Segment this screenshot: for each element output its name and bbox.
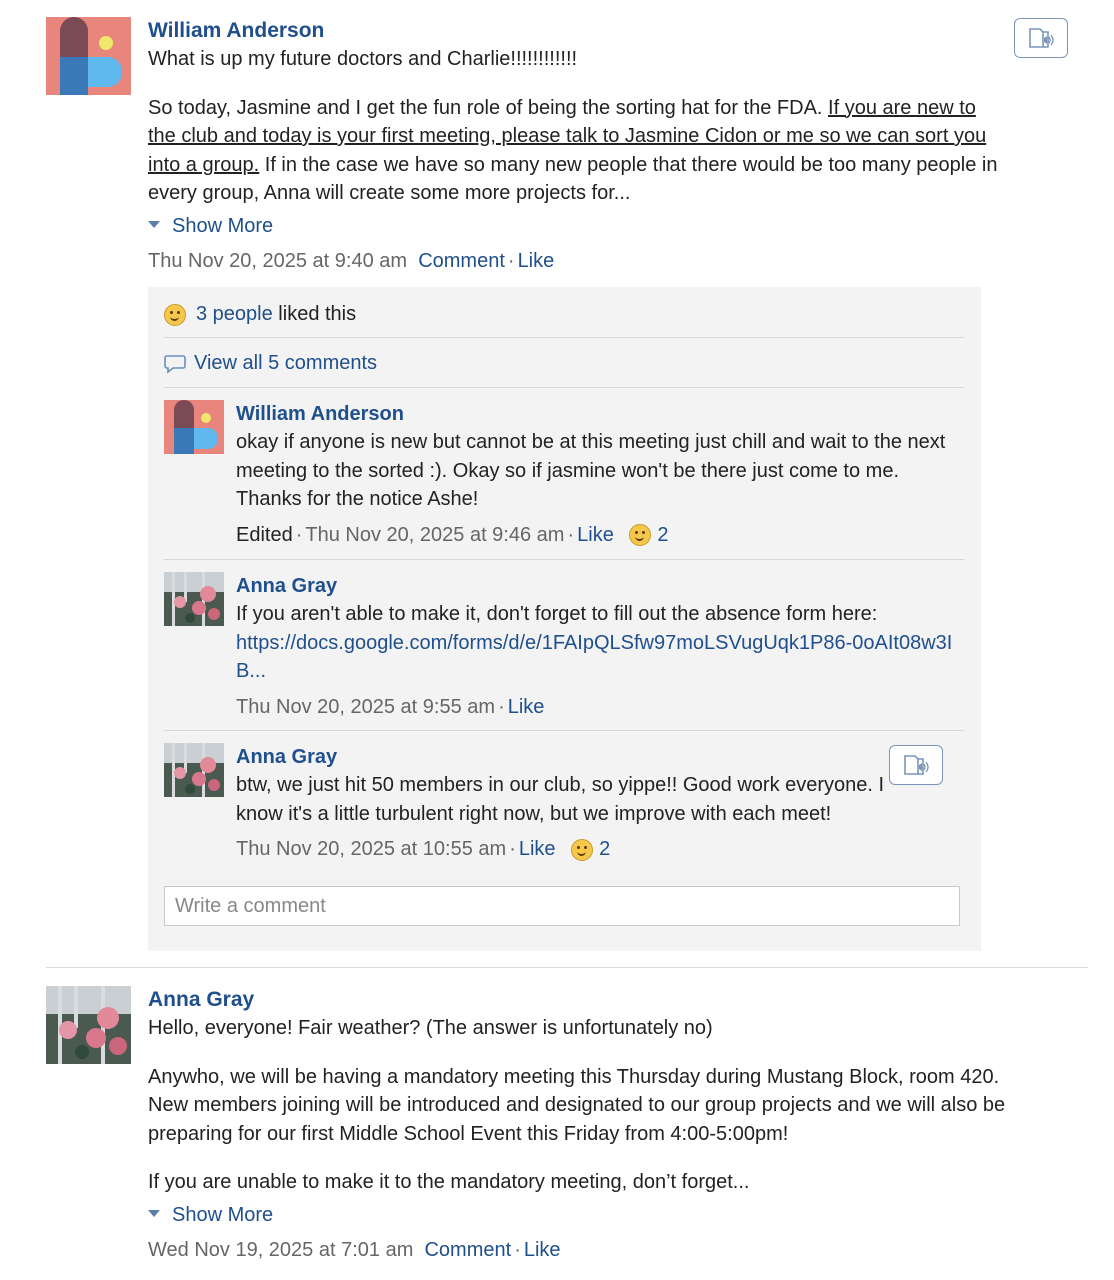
comment-link[interactable]: Comment (418, 250, 505, 272)
view-all-comments[interactable]: View all 5 comments (164, 349, 964, 377)
post-timestamp: Thu Nov 20, 2025 at 9:40 am (148, 249, 408, 272)
divider (164, 337, 964, 338)
comment-item: Anna Gray If you aren't able to make it,… (164, 572, 966, 718)
post-body-text: Anywho, we will be having a mandatory me… (148, 1065, 1006, 1145)
comment-meta: Edited · Thu Nov 20, 2025 at 9:46 am · Like … (236, 521, 966, 549)
like-link[interactable]: Like (519, 838, 556, 860)
comment-input[interactable] (165, 887, 959, 925)
reaction-summary[interactable]: 2 (571, 838, 611, 861)
show-more-button[interactable]: Show More (148, 212, 1008, 240)
separator: · (498, 695, 505, 718)
like-link[interactable]: Like (508, 696, 545, 718)
reaction-count: 2 (657, 523, 669, 546)
post-greeting: Hello, everyone! Fair weather? (The answ… (148, 1017, 713, 1039)
divider (164, 730, 964, 731)
post-body-text: So today, Jasmine and I get the fun role… (148, 94, 1008, 208)
reaction-count: 2 (599, 838, 611, 860)
absence-form-link[interactable]: https://docs.google.com/forms/d/e/1FAIpQ… (236, 632, 952, 683)
read-aloud-button[interactable] (1014, 18, 1068, 58)
triangle-down-icon (148, 221, 160, 229)
comment-author[interactable]: William Anderson (236, 400, 966, 428)
show-more-button[interactable]: Show More (148, 1201, 1008, 1229)
show-more-label: Show More (172, 214, 274, 237)
comment-text: btw, we just hit 50 members in our club,… (236, 774, 885, 825)
post-text-tail: If in the case we have so many new peopl… (148, 153, 998, 205)
post-meta: Wed Nov 19, 2025 at 7:01 am Comment · Like (148, 1236, 1008, 1264)
separator: · (507, 249, 515, 272)
write-comment-field[interactable] (164, 886, 960, 926)
comment-item: William Anderson okay if anyone is new b… (164, 400, 964, 560)
show-more-label: Show More (172, 1203, 274, 1226)
avatar[interactable] (164, 743, 224, 797)
read-aloud-icon (1029, 28, 1054, 48)
read-aloud-icon (904, 755, 929, 775)
edited-label: Edited (236, 523, 293, 546)
comment-text: If you aren't able to make it, don't for… (236, 603, 878, 625)
comment-author[interactable]: Anna Gray (236, 572, 966, 600)
divider (164, 559, 964, 560)
post-author[interactable]: Anna Gray (148, 986, 1008, 1014)
read-aloud-button[interactable] (889, 745, 943, 785)
comment-bubble-icon (164, 354, 186, 374)
avatar[interactable] (164, 572, 224, 626)
comment-author[interactable]: Anna Gray (236, 743, 896, 771)
comments-panel: 3 people liked this View all 5 comments … (148, 287, 981, 951)
avatar[interactable] (46, 17, 131, 95)
comment-link[interactable]: Comment (424, 1239, 511, 1261)
likers-link[interactable]: 3 people (196, 303, 273, 325)
smiley-reaction-icon (571, 838, 594, 861)
comment-text: okay if anyone is new but cannot be at t… (236, 431, 946, 510)
avatar[interactable] (46, 986, 131, 1064)
comment-meta: Thu Nov 20, 2025 at 10:55 am · Like 2 (236, 835, 896, 863)
like-link[interactable]: Like (524, 1239, 561, 1261)
like-link[interactable]: Like (577, 524, 614, 546)
likes-suffix: liked this (272, 303, 357, 325)
comment-item: Anna Gray btw, we just hit 50 members in… (164, 743, 964, 873)
separator: · (509, 838, 516, 860)
post-author[interactable]: William Anderson (148, 17, 1008, 45)
post-body-text: If you are unable to make it to the mand… (148, 1171, 750, 1193)
post-greeting: What is up my future doctors and Charlie… (148, 48, 578, 70)
like-link[interactable]: Like (518, 250, 555, 272)
avatar[interactable] (164, 400, 224, 454)
post-timestamp: Wed Nov 19, 2025 at 7:01 am (148, 1238, 414, 1261)
smiley-reaction-icon (164, 303, 186, 326)
likes-summary: 3 people liked this (164, 300, 964, 328)
comment-timestamp: Thu Nov 20, 2025 at 10:55 am (236, 838, 507, 860)
comment-meta: Thu Nov 20, 2025 at 9:55 am · Like (236, 693, 966, 721)
separator: · (295, 523, 303, 546)
smiley-reaction-icon (629, 524, 652, 547)
separator: · (514, 1238, 521, 1261)
separator: · (567, 523, 575, 546)
reaction-summary[interactable]: 2 (629, 523, 669, 547)
post-meta: Thu Nov 20, 2025 at 9:40 am Comment · Like (148, 247, 1008, 275)
view-all-comments-label: View all 5 comments (194, 352, 378, 374)
comment-timestamp: Thu Nov 20, 2025 at 9:46 am (305, 523, 565, 546)
triangle-down-icon (148, 1210, 160, 1218)
comment-timestamp: Thu Nov 20, 2025 at 9:55 am (236, 695, 496, 718)
post-divider (46, 967, 1088, 968)
post-text-lead: So today, Jasmine and I get the fun role… (148, 96, 829, 119)
divider (164, 387, 964, 388)
post-anna-gray: Anna Gray Hello, everyone! Fair weather?… (46, 986, 1088, 1276)
